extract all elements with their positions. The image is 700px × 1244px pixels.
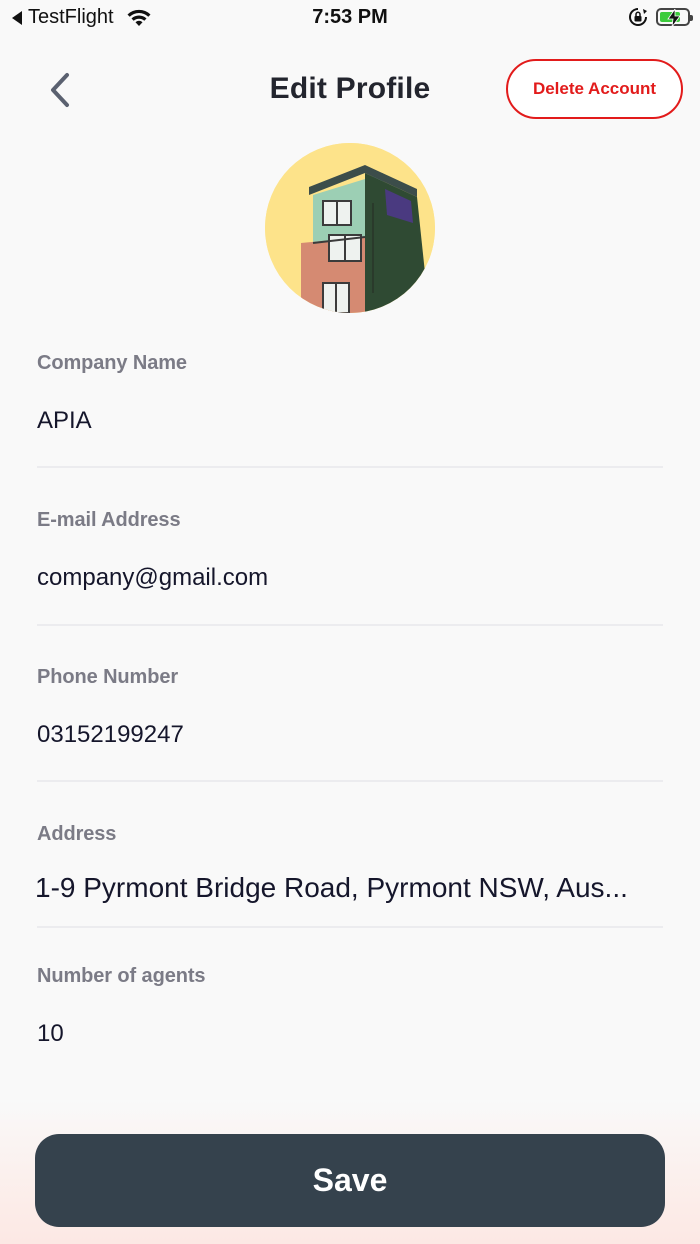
phone-label: Phone Number xyxy=(37,666,179,688)
building-photo-icon xyxy=(265,143,435,313)
edit-profile-screen: TestFlight 7:53 PM Edit Profile Delete A… xyxy=(0,0,700,1244)
company-name-label: Company Name xyxy=(37,352,187,374)
company-name-field[interactable]: Company Name APIA xyxy=(37,352,663,435)
avatar[interactable] xyxy=(265,143,435,313)
address-label: Address xyxy=(37,823,117,845)
email-input[interactable]: company@gmail.com xyxy=(37,564,663,592)
save-button[interactable]: Save xyxy=(35,1134,665,1227)
email-label: E-mail Address xyxy=(37,509,181,531)
company-name-input[interactable]: APIA xyxy=(37,407,663,435)
battery-charging-icon xyxy=(656,8,693,27)
status-bar: TestFlight 7:53 PM xyxy=(0,0,700,38)
wifi-icon xyxy=(127,9,151,26)
divider xyxy=(37,624,663,626)
phone-input[interactable]: 03152199247 xyxy=(37,721,663,749)
status-left: TestFlight xyxy=(12,6,152,29)
delete-account-button[interactable]: Delete Account xyxy=(506,59,683,119)
status-right xyxy=(628,7,693,27)
divider xyxy=(37,780,663,782)
phone-field[interactable]: Phone Number 03152199247 xyxy=(37,666,663,749)
number-of-agents-label: Number of agents xyxy=(37,965,206,987)
email-field[interactable]: E-mail Address company@gmail.com xyxy=(37,509,663,592)
orientation-lock-icon xyxy=(629,8,647,26)
divider xyxy=(37,926,663,928)
header: Edit Profile Delete Account xyxy=(0,56,700,124)
number-of-agents-field[interactable]: Number of agents 10 xyxy=(37,965,663,1048)
address-input[interactable]: 1-9 Pyrmont Bridge Road, Pyrmont NSW, Au… xyxy=(35,872,665,904)
back-arrow-icon[interactable] xyxy=(12,10,22,25)
address-field[interactable]: Address 1-9 Pyrmont Bridge Road, Pyrmont… xyxy=(35,823,665,904)
divider xyxy=(37,466,663,468)
status-app-name[interactable]: TestFlight xyxy=(28,6,114,29)
number-of-agents-input[interactable]: 10 xyxy=(37,1020,663,1048)
